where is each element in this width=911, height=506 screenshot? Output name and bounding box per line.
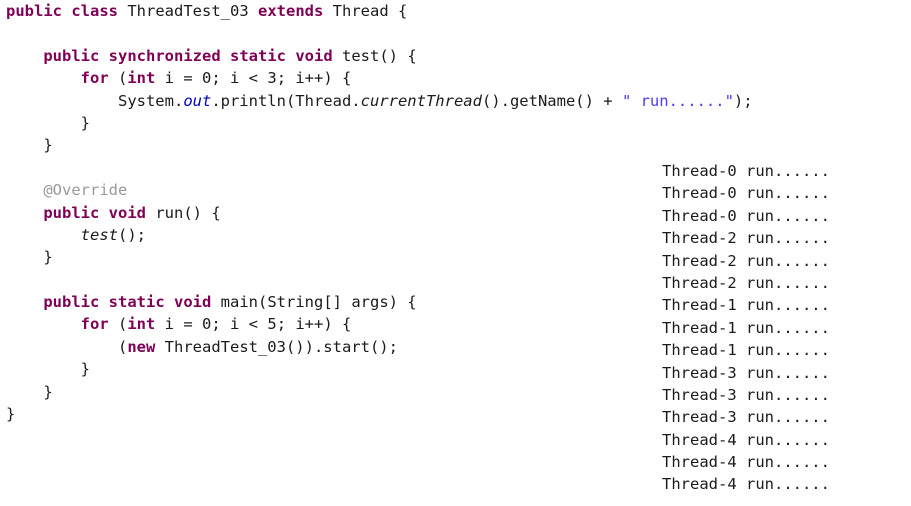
console-output-line: Thread-1 run......: [662, 318, 830, 337]
code-token-kw: new: [127, 337, 156, 356]
code-line[interactable]: public synchronized static void test() {: [0, 45, 911, 67]
code-token-ident: i =: [155, 69, 202, 88]
code-token-kw: int: [127, 69, 156, 88]
code-token-num: 0: [202, 69, 212, 88]
code-token-kw: synchronized: [108, 46, 221, 65]
code-token-ident: (: [108, 315, 128, 334]
console-output-line: Thread-2 run......: [662, 273, 830, 292]
code-token-kw: extends: [258, 2, 324, 20]
code-token-ident: Thread {: [323, 2, 408, 20]
code-token-kw: void: [295, 46, 333, 65]
code-token-kw: public: [43, 293, 100, 312]
code-token-kw: public: [43, 46, 100, 65]
console-output-line: Thread-1 run......: [662, 296, 830, 315]
code-token-ident: ThreadTest_03()).start();: [155, 337, 398, 356]
console-output-line: Thread-3 run......: [662, 385, 830, 404]
console-output-line: Thread-4 run......: [662, 475, 830, 494]
program-output-console: Thread-0 run...... Thread-0 run...... Thre…: [662, 160, 902, 496]
code-token-kw: for: [80, 315, 109, 334]
code-token-num: 3: [267, 69, 277, 88]
code-line[interactable]: }: [0, 134, 911, 156]
code-token-kw: public: [6, 2, 62, 20]
console-output-line: Thread-4 run......: [662, 430, 830, 449]
code-token-ident: ().getName() +: [481, 91, 622, 110]
code-token-kw: public: [43, 203, 100, 222]
code-token-ident: }: [6, 405, 16, 424]
code-token-kw: void: [108, 203, 146, 222]
code-token-anno: @Override: [43, 181, 128, 200]
code-token-ident: ; i <: [211, 315, 268, 334]
code-token-staticm: test: [80, 225, 118, 244]
code-token-ident: ; i++) {: [276, 69, 352, 88]
console-output-line: Thread-2 run......: [662, 229, 830, 248]
code-token-fieldit: out: [183, 91, 212, 110]
code-token-ident: test() {: [332, 46, 417, 65]
code-token-ident: }: [80, 360, 90, 379]
code-token-ident: System.: [117, 91, 184, 110]
code-token-ident: main(String[] args) {: [211, 293, 417, 312]
code-line[interactable]: [0, 22, 911, 44]
code-line[interactable]: System.out.println(Thread.currentThread(…: [0, 90, 911, 112]
code-token-ident: run() {: [146, 203, 221, 222]
code-token-ident: (: [108, 69, 128, 88]
code-token-ident: ; i <: [211, 69, 268, 88]
code-token-ident: .println(Thread.: [211, 91, 361, 110]
console-output-line: Thread-1 run......: [662, 341, 830, 360]
code-token-ident: }: [80, 113, 90, 132]
console-output-line: Thread-0 run......: [662, 184, 830, 203]
code-token-str: " run......": [621, 91, 734, 110]
code-token-kw: static: [230, 46, 286, 65]
code-token-ident: }: [43, 136, 53, 155]
code-token-kw: int: [127, 315, 156, 334]
code-token-staticm: currentThread: [360, 91, 482, 110]
code-line[interactable]: public class ThreadTest_03 extends Threa…: [0, 0, 911, 22]
code-token-kw: class: [71, 2, 119, 20]
code-token-ident: ();: [117, 225, 146, 244]
code-token-kw: static: [108, 293, 165, 312]
console-output-line: Thread-3 run......: [662, 408, 830, 427]
code-line[interactable]: }: [0, 112, 911, 134]
code-line[interactable]: for (int i = 0; i < 3; i++) {: [0, 67, 911, 89]
code-token-ident: }: [43, 382, 53, 401]
code-token-ident: }: [43, 248, 53, 267]
console-output-line: Thread-0 run......: [662, 162, 830, 180]
code-token-kw: for: [80, 69, 109, 88]
code-token-ident: i =: [155, 315, 202, 334]
code-token-ident: ; i++) {: [276, 315, 352, 334]
console-output-line: Thread-0 run......: [662, 206, 830, 225]
console-output-line: Thread-3 run......: [662, 363, 830, 382]
code-token-num: 5: [267, 315, 277, 334]
code-token-ident: ThreadTest_03: [118, 2, 258, 20]
code-token-num: 0: [202, 315, 212, 334]
console-output-line: Thread-4 run......: [662, 453, 830, 472]
code-token-kw: void: [174, 293, 212, 312]
code-token-ident: (: [117, 337, 128, 356]
console-output-line: Thread-2 run......: [662, 251, 830, 270]
code-token-ident: );: [733, 91, 753, 110]
screenshot-root: public class ThreadTest_03 extends Threa…: [0, 0, 911, 506]
